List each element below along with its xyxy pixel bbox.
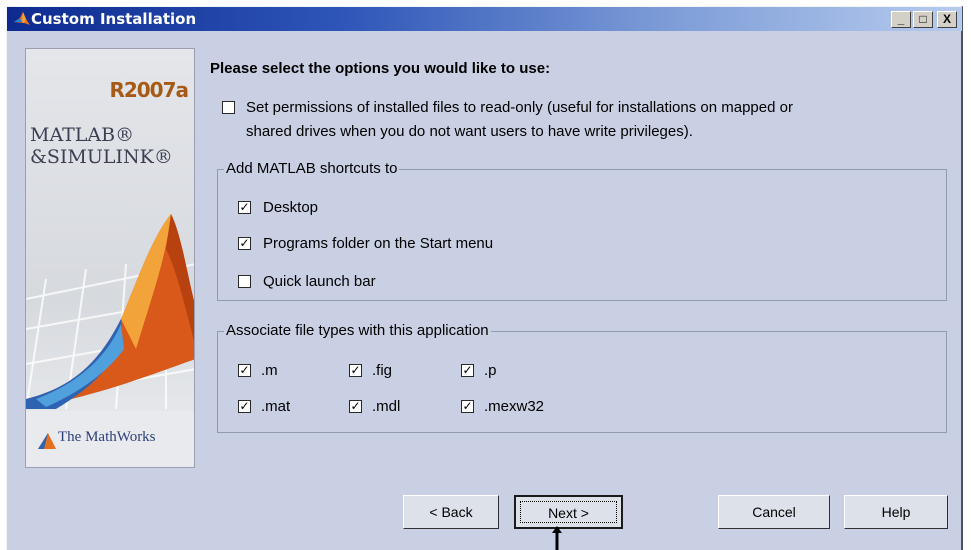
readonly-permissions-checkbox[interactable] (222, 101, 235, 114)
programs-folder-label: Programs folder on the Start menu (263, 235, 494, 252)
desktop-shortcut-label: Desktop (263, 199, 319, 216)
programs-folder-checkbox[interactable]: ✓ (238, 237, 251, 250)
assoc-p-checkbox[interactable]: ✓ (461, 364, 474, 377)
matlab-membrane-graphic (26, 214, 194, 467)
release-label: R2007a (109, 78, 189, 102)
assoc-mexw32-label: .mexw32 (484, 398, 545, 415)
maximize-button[interactable]: □ (913, 11, 933, 28)
quick-launch-label: Quick launch bar (263, 273, 376, 290)
readonly-permissions-label-line1: Set permissions of installed files to re… (246, 99, 793, 116)
assoc-p-label: .p (484, 362, 497, 379)
matlab-logo-icon (14, 12, 30, 25)
shortcuts-group-title: Add MATLAB shortcuts to (224, 160, 400, 177)
close-button[interactable]: X (937, 11, 957, 28)
back-button[interactable]: < Back (403, 495, 499, 529)
assoc-mat-label: .mat (261, 398, 291, 415)
next-button[interactable]: Next > (514, 495, 623, 529)
assoc-fig-checkbox[interactable]: ✓ (349, 364, 362, 377)
minimize-button[interactable]: _ (891, 11, 911, 28)
title-bar[interactable]: Custom Installation _ □ X (7, 7, 962, 31)
assoc-mdl-checkbox[interactable]: ✓ (349, 400, 362, 413)
assoc-mat-checkbox[interactable]: ✓ (238, 400, 251, 413)
assoc-m-label: .m (261, 362, 278, 379)
window-title: Custom Installation (31, 10, 197, 28)
help-button[interactable]: Help (844, 495, 948, 529)
file-associations-group: Associate file types with this applicati… (217, 322, 947, 433)
assoc-fig-label: .fig (372, 362, 393, 379)
desktop-shortcut-checkbox[interactable]: ✓ (238, 201, 251, 214)
readonly-permissions-label-line2: shared drives when you do not want users… (246, 123, 693, 140)
company-name: The MathWorks (58, 429, 156, 445)
options-heading: Please select the options you would like… (210, 60, 551, 77)
product-name: MATLAB® &SIMULINK® (30, 124, 173, 168)
assoc-mexw32-checkbox[interactable]: ✓ (461, 400, 474, 413)
quick-launch-checkbox[interactable] (238, 275, 251, 288)
mouse-pointer-icon (552, 526, 562, 550)
assoc-mdl-label: .mdl (372, 398, 401, 415)
assoc-m-checkbox[interactable]: ✓ (238, 364, 251, 377)
file-associations-group-title: Associate file types with this applicati… (224, 322, 491, 339)
cancel-button[interactable]: Cancel (718, 495, 830, 529)
product-banner: R2007a MATLAB® &SIMULINK® The MathWorks (25, 48, 195, 468)
next-button-label: Next > (520, 501, 617, 523)
